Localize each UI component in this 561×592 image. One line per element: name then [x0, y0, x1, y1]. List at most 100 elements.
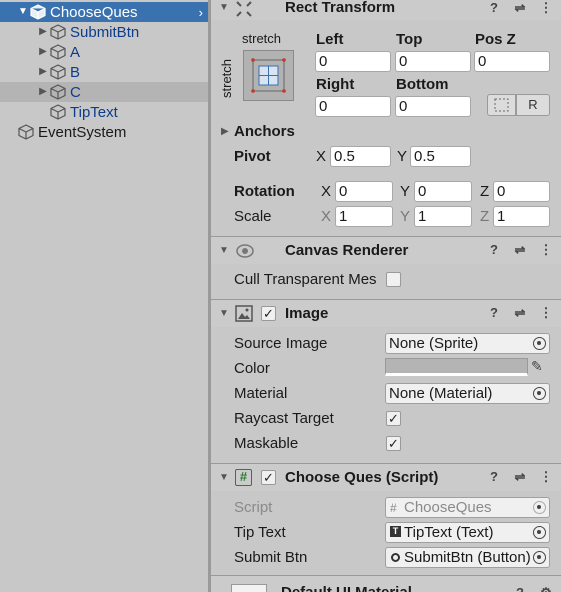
tip-text-label: Tip Text — [234, 524, 286, 541]
expand-arrow-icon[interactable]: ▼ — [18, 6, 28, 18]
anchors-label[interactable]: Anchors — [234, 123, 295, 140]
gear-icon[interactable]: ⚙ — [539, 585, 553, 592]
hierarchy-item-event-system[interactable]: EventSystem — [0, 122, 208, 142]
chevron-right-icon[interactable]: › — [199, 5, 203, 20]
pivot-y-label: Y — [397, 148, 408, 165]
object-picker-icon[interactable] — [533, 387, 546, 400]
material-value: None (Material) — [389, 385, 493, 402]
expand-arrow-icon[interactable]: ▶ — [221, 126, 229, 137]
scale-z-input[interactable]: 1 — [493, 206, 550, 227]
header-icons: ? ⇌ ⋮ — [487, 469, 553, 485]
blueprint-mode-button[interactable] — [487, 94, 516, 116]
component-title: Image — [285, 305, 329, 322]
hierarchy-item-label: EventSystem — [38, 123, 127, 141]
top-input[interactable]: 0 — [395, 51, 471, 72]
bottom-label: Bottom — [396, 76, 449, 93]
posz-input[interactable]: 0 — [474, 51, 550, 72]
rotation-y-input[interactable]: 0 — [414, 181, 472, 202]
anchor-side-label: stretch — [219, 58, 234, 98]
collapse-arrow-icon[interactable]: ▼ — [219, 2, 229, 13]
hierarchy-item-submit-btn[interactable]: ▶ SubmitBtn — [0, 22, 208, 42]
gameobject-icon — [18, 124, 34, 140]
help-icon[interactable]: ? — [513, 585, 527, 592]
preset-icon[interactable]: ⇌ — [513, 0, 527, 16]
image-header[interactable]: ▼ ✓ Image ? ⇌ ⋮ — [211, 299, 561, 327]
scale-y-input[interactable]: 1 — [414, 206, 472, 227]
bottom-input[interactable]: 0 — [395, 96, 471, 117]
object-picker-icon[interactable] — [533, 337, 546, 350]
object-picker-icon[interactable] — [533, 526, 546, 539]
expand-arrow-icon[interactable]: ▶ — [38, 86, 48, 98]
collapse-arrow-icon[interactable]: ▼ — [219, 472, 229, 483]
left-label: Left — [316, 31, 344, 48]
source-image-label: Source Image — [234, 335, 328, 352]
help-icon[interactable]: ? — [487, 242, 501, 258]
more-menu-icon[interactable]: ⋮ — [539, 305, 553, 321]
eyedropper-icon[interactable]: ✎ — [531, 358, 543, 375]
script-field: # ChooseQues — [385, 497, 550, 518]
scale-label: Scale — [234, 208, 272, 225]
hierarchy-item-choose-ques[interactable]: ▼ ChooseQues › — [0, 2, 208, 22]
script-value: ChooseQues — [404, 499, 492, 516]
object-picker-icon — [533, 501, 546, 514]
preset-icon[interactable]: ⇌ — [513, 242, 527, 258]
object-picker-icon[interactable] — [533, 551, 546, 564]
collapse-arrow-icon[interactable]: ▼ — [219, 245, 229, 256]
rect-transform-header[interactable]: ▼ Rect Transform ? ⇌ ⋮ — [211, 0, 561, 20]
script-icon: # — [235, 469, 252, 486]
pivot-y-input[interactable]: 0.5 — [410, 146, 471, 167]
material-footer-header[interactable]: Default UI Material ? ⚙ — [211, 575, 561, 592]
source-image-field[interactable]: None (Sprite) — [385, 333, 550, 354]
hierarchy-item-b[interactable]: ▶ B — [0, 62, 208, 82]
collapse-arrow-icon[interactable]: ▼ — [219, 308, 229, 319]
scale-x-input[interactable]: 1 — [335, 206, 393, 227]
hierarchy-item-a[interactable]: ▶ A — [0, 42, 208, 62]
eye-icon — [236, 244, 254, 258]
more-menu-icon[interactable]: ⋮ — [539, 469, 553, 485]
anchor-preset-button[interactable] — [243, 50, 294, 101]
anchor-preset-icon — [251, 58, 286, 93]
help-icon[interactable]: ? — [487, 305, 501, 321]
top-label: Top — [396, 31, 423, 48]
expand-arrow-icon[interactable]: ▶ — [38, 46, 48, 58]
help-icon[interactable]: ? — [487, 469, 501, 485]
left-input[interactable]: 0 — [315, 51, 391, 72]
button-component-icon — [391, 553, 400, 562]
header-icons: ? ⚙ — [513, 585, 553, 592]
raw-edit-button[interactable]: R — [516, 94, 550, 116]
header-icons: ? ⇌ ⋮ — [487, 242, 553, 258]
right-input[interactable]: 0 — [315, 96, 391, 117]
hierarchy-item-label: B — [70, 63, 81, 81]
raycast-target-checkbox[interactable]: ✓ — [386, 411, 401, 426]
hierarchy-panel: ▼ ChooseQues › ▶ SubmitBtn ▶ A ▶ B ▶ C T… — [0, 0, 208, 592]
rect-transform-icon — [236, 1, 252, 17]
script-header[interactable]: ▼ # ✓ Choose Ques (Script) ? ⇌ ⋮ — [211, 463, 561, 491]
pivot-x-input[interactable]: 0.5 — [330, 146, 391, 167]
submit-btn-label: Submit Btn — [234, 549, 308, 566]
material-field[interactable]: None (Material) — [385, 383, 550, 404]
submit-btn-field[interactable]: SubmitBtn (Button) — [385, 547, 550, 568]
preset-icon[interactable]: ⇌ — [513, 469, 527, 485]
color-swatch[interactable] — [385, 358, 528, 376]
cull-transparent-checkbox[interactable] — [386, 272, 401, 287]
preset-icon[interactable]: ⇌ — [513, 305, 527, 321]
rotation-label: Rotation — [234, 183, 295, 200]
tip-text-field[interactable]: T TipText (Text) — [385, 522, 550, 543]
image-enabled-checkbox[interactable]: ✓ — [261, 306, 276, 321]
more-menu-icon[interactable]: ⋮ — [539, 0, 553, 16]
expand-arrow-icon[interactable]: ▶ — [38, 66, 48, 78]
more-menu-icon[interactable]: ⋮ — [539, 242, 553, 258]
maskable-checkbox[interactable]: ✓ — [386, 436, 401, 451]
gameobject-icon — [30, 4, 46, 20]
expand-arrow-icon[interactable]: ▶ — [38, 26, 48, 38]
material-preview-swatch — [231, 584, 267, 592]
hierarchy-item-tip-text[interactable]: TipText — [0, 102, 208, 122]
rotation-z-input[interactable]: 0 — [493, 181, 550, 202]
canvas-renderer-header[interactable]: ▼ Canvas Renderer ? ⇌ ⋮ — [211, 236, 561, 264]
rotation-x-input[interactable]: 0 — [335, 181, 393, 202]
hierarchy-item-c[interactable]: ▶ C — [0, 82, 208, 102]
help-icon[interactable]: ? — [487, 0, 501, 16]
script-enabled-checkbox[interactable]: ✓ — [261, 470, 276, 485]
header-icons: ? ⇌ ⋮ — [487, 0, 553, 16]
script-file-icon: # — [390, 501, 397, 515]
